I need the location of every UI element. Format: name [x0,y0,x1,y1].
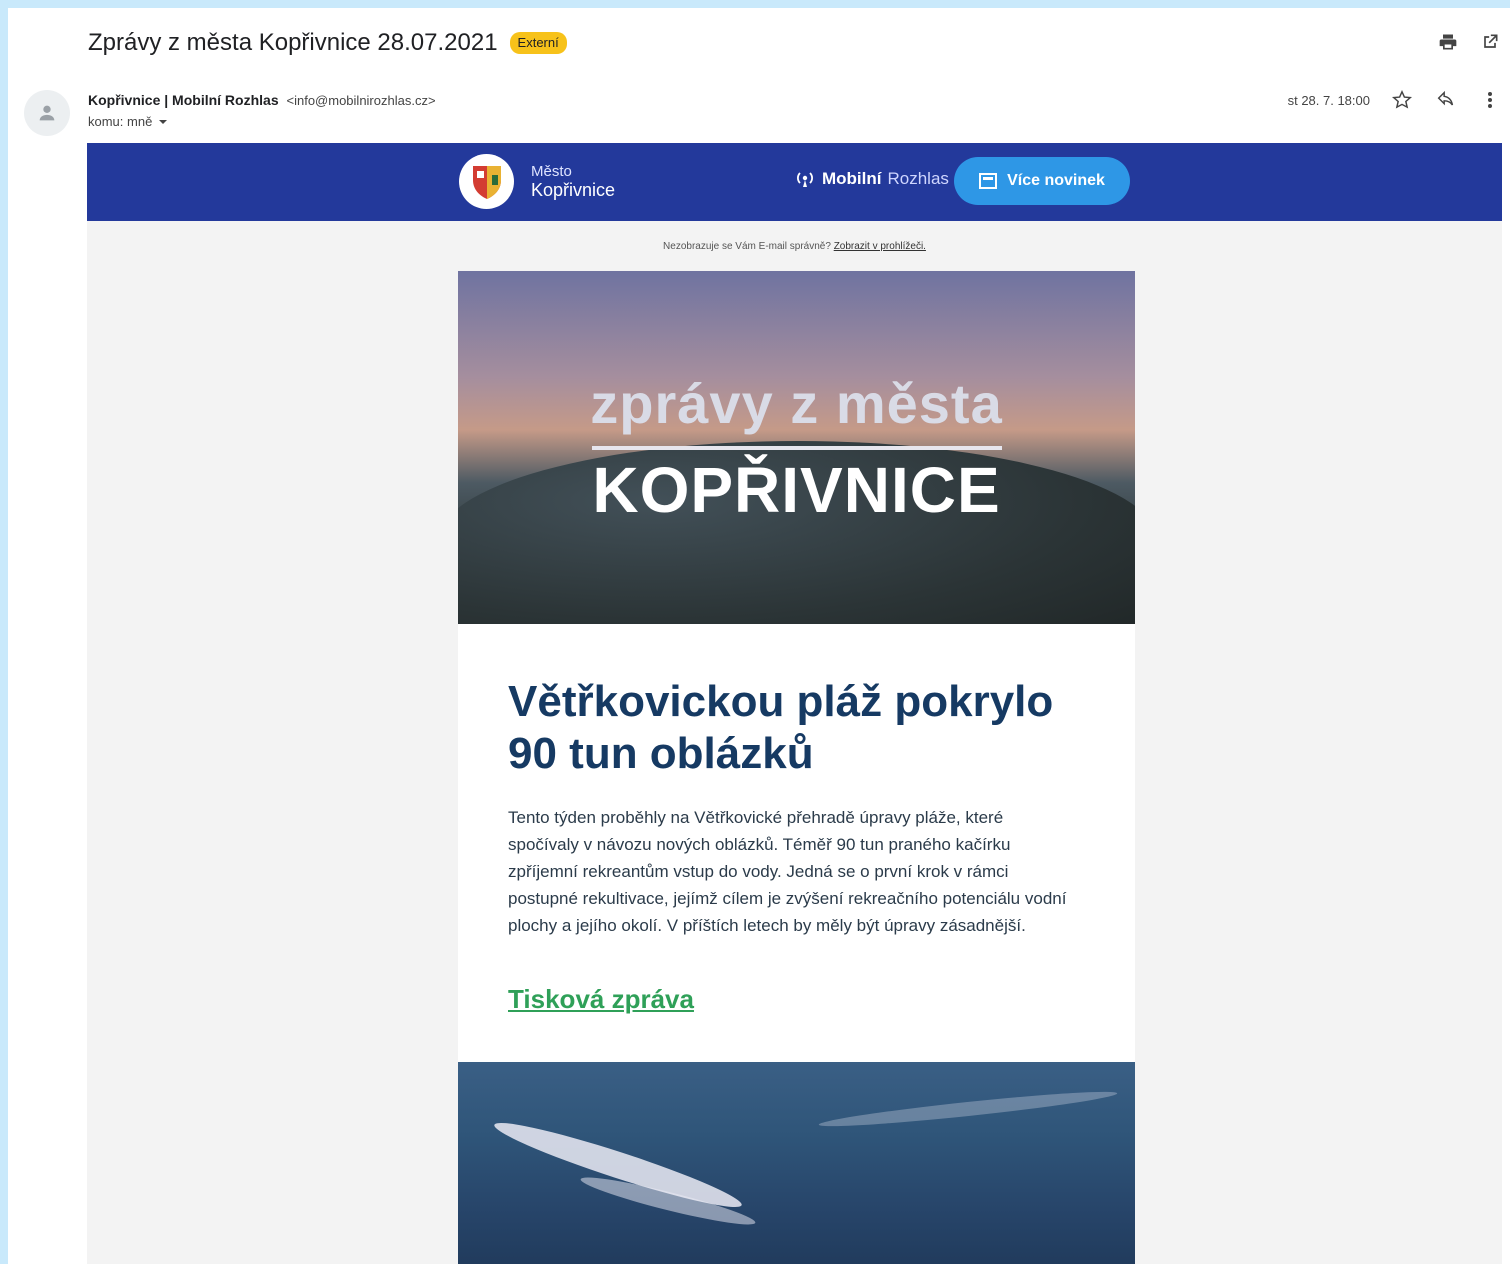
city-crest-icon [472,165,501,199]
chevron-down-icon[interactable] [158,117,168,127]
article-card: Větřkovickou pláž pokrylo 90 tun oblázků… [458,624,1135,1062]
article-body: Tento týden proběhly na Větřkovické přeh… [508,808,1067,935]
sender-avatar [24,90,70,136]
hero-image: zprávy z města KOPŘIVNICE [458,271,1135,624]
email-subject: Zprávy z města Kopřivnice 28.07.2021 [88,29,498,56]
view-in-browser-link[interactable]: Zobrazit v prohlížeči. [834,241,926,252]
newspaper-icon [979,173,998,189]
newsletter-banner: Město Kopřivnice Mobilní Rozhlas Více nov… [87,143,1502,221]
sender-name[interactable]: Kopřivnice | Mobilní Rozhlas [88,92,279,108]
city-logo[interactable] [459,154,514,209]
email-body: Město Kopřivnice Mobilní Rozhlas Více nov… [87,143,1502,1264]
external-badge[interactable]: Externí [509,32,567,54]
mobilni-rozhlas-logo[interactable]: Mobilní Rozhlas [794,169,949,189]
open-in-new-icon[interactable] [1478,30,1502,54]
email-date: st 28. 7. 18:00 [1287,92,1370,108]
sender-row: Kopřivnice | Mobilní Rozhlas <info@mobil… [88,92,436,108]
city-name-line2: Kopřivnice [531,180,616,200]
city-name: Město Kopřivnice [531,163,615,201]
view-in-browser-notice: Nezobrazuje se Vám E-mail správně? Zobra… [87,241,1502,252]
top-actions [1436,30,1502,54]
email-view: Zprávy z města Kopřivnice 28.07.2021 Ext… [8,8,1510,1264]
broadcast-icon [797,172,813,187]
star-icon[interactable] [1390,88,1414,112]
city-name-line1: Město [531,163,572,180]
reply-icon[interactable] [1434,88,1458,112]
subject-row: Zprávy z města Kopřivnice 28.07.2021 Ext… [88,28,567,58]
cloud-shape [818,1086,1118,1132]
person-icon [39,105,55,121]
press-release-link[interactable]: Tisková zpráva [508,984,694,1015]
brand-bold: Mobilní [822,169,882,188]
recipient-row[interactable]: komu: mně [88,114,168,129]
hero-title-line2: KOPŘIVNICE [592,454,1001,526]
sender-email: <info@mobilnirozhlas.cz> [286,93,436,108]
recipient-label: komu: mně [88,114,153,129]
message-actions: st 28. 7. 18:00 [1288,88,1502,112]
article-image-sky [458,1062,1135,1264]
hero-divider [592,446,1002,450]
print-icon[interactable] [1436,30,1460,54]
brand-light: Rozhlas [887,169,949,188]
more-news-label: Více novinek [1007,172,1105,189]
more-vert-icon[interactable] [1478,88,1502,112]
hero-title-line1: zprávy z města [590,372,1003,435]
notice-text: Nezobrazuje se Vám E-mail správně? [663,241,831,252]
more-news-button[interactable]: Více novinek [954,157,1130,205]
article-title: Větřkovickou pláž pokrylo 90 tun oblázků [508,677,1054,778]
